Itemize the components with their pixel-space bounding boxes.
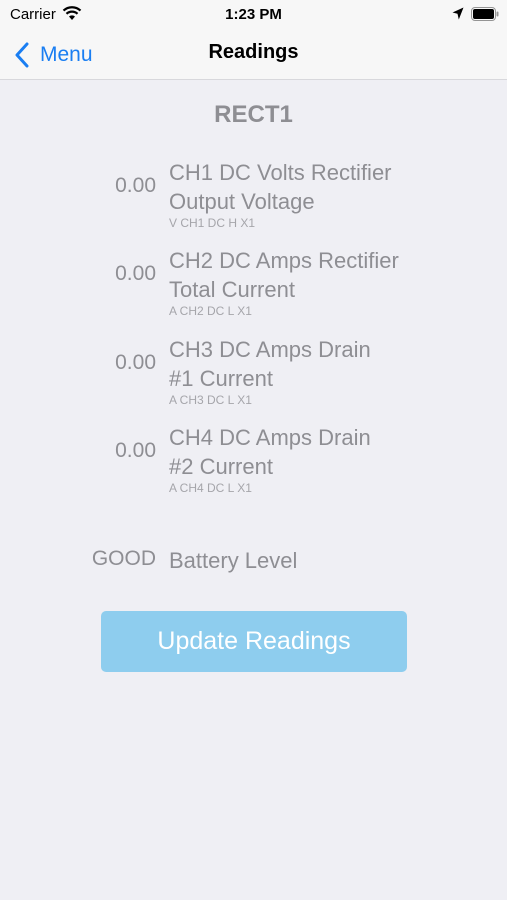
reading-label: CH1 DC Volts Rectifier Output Voltage [169, 158, 499, 216]
reading-sublabel: V CH1 DC H X1 [169, 216, 256, 230]
reading-label-line1: CH1 DC Volts Rectifier [169, 160, 392, 185]
navigation-bar: Menu Readings [0, 30, 507, 80]
reading-label: CH2 DC Amps Rectifier Total Current [169, 246, 499, 304]
reading-value: 0.00 [115, 439, 156, 462]
reading-sublabel: A CH3 DC L X1 [169, 393, 252, 407]
reading-label-line2: Output Voltage [169, 189, 315, 214]
reading-value: 0.00 [115, 262, 156, 285]
page-title: Readings [208, 41, 299, 63]
status-time: 1:23 PM [225, 6, 282, 23]
reading-label-line2: #2 Current [169, 454, 273, 479]
update-readings-button[interactable]: Update Readings [101, 611, 407, 672]
reading-sublabel: A CH2 DC L X1 [169, 304, 252, 318]
device-name: RECT1 [214, 101, 293, 128]
battery-status-value: GOOD [91, 547, 156, 570]
reading-label-line2: #1 Current [169, 366, 273, 391]
reading-label: CH4 DC Amps Drain #2 Current [169, 423, 499, 481]
reading-label-line1: CH4 DC Amps Drain [169, 425, 371, 450]
reading-sublabel: A CH4 DC L X1 [169, 481, 252, 495]
reading-value: 0.00 [115, 174, 156, 197]
reading-label-line2: Total Current [169, 277, 295, 302]
location-arrow-icon [452, 7, 464, 20]
battery-icon [471, 7, 499, 21]
reading-value: 0.00 [115, 351, 156, 374]
battery-level-label: Battery Level [169, 548, 298, 573]
status-bar: Carrier 1:23 PM [0, 0, 507, 30]
reading-label-line1: CH2 DC Amps Rectifier [169, 248, 399, 273]
reading-label: CH3 DC Amps Drain #1 Current [169, 335, 499, 393]
reading-label-line1: CH3 DC Amps Drain [169, 337, 371, 362]
